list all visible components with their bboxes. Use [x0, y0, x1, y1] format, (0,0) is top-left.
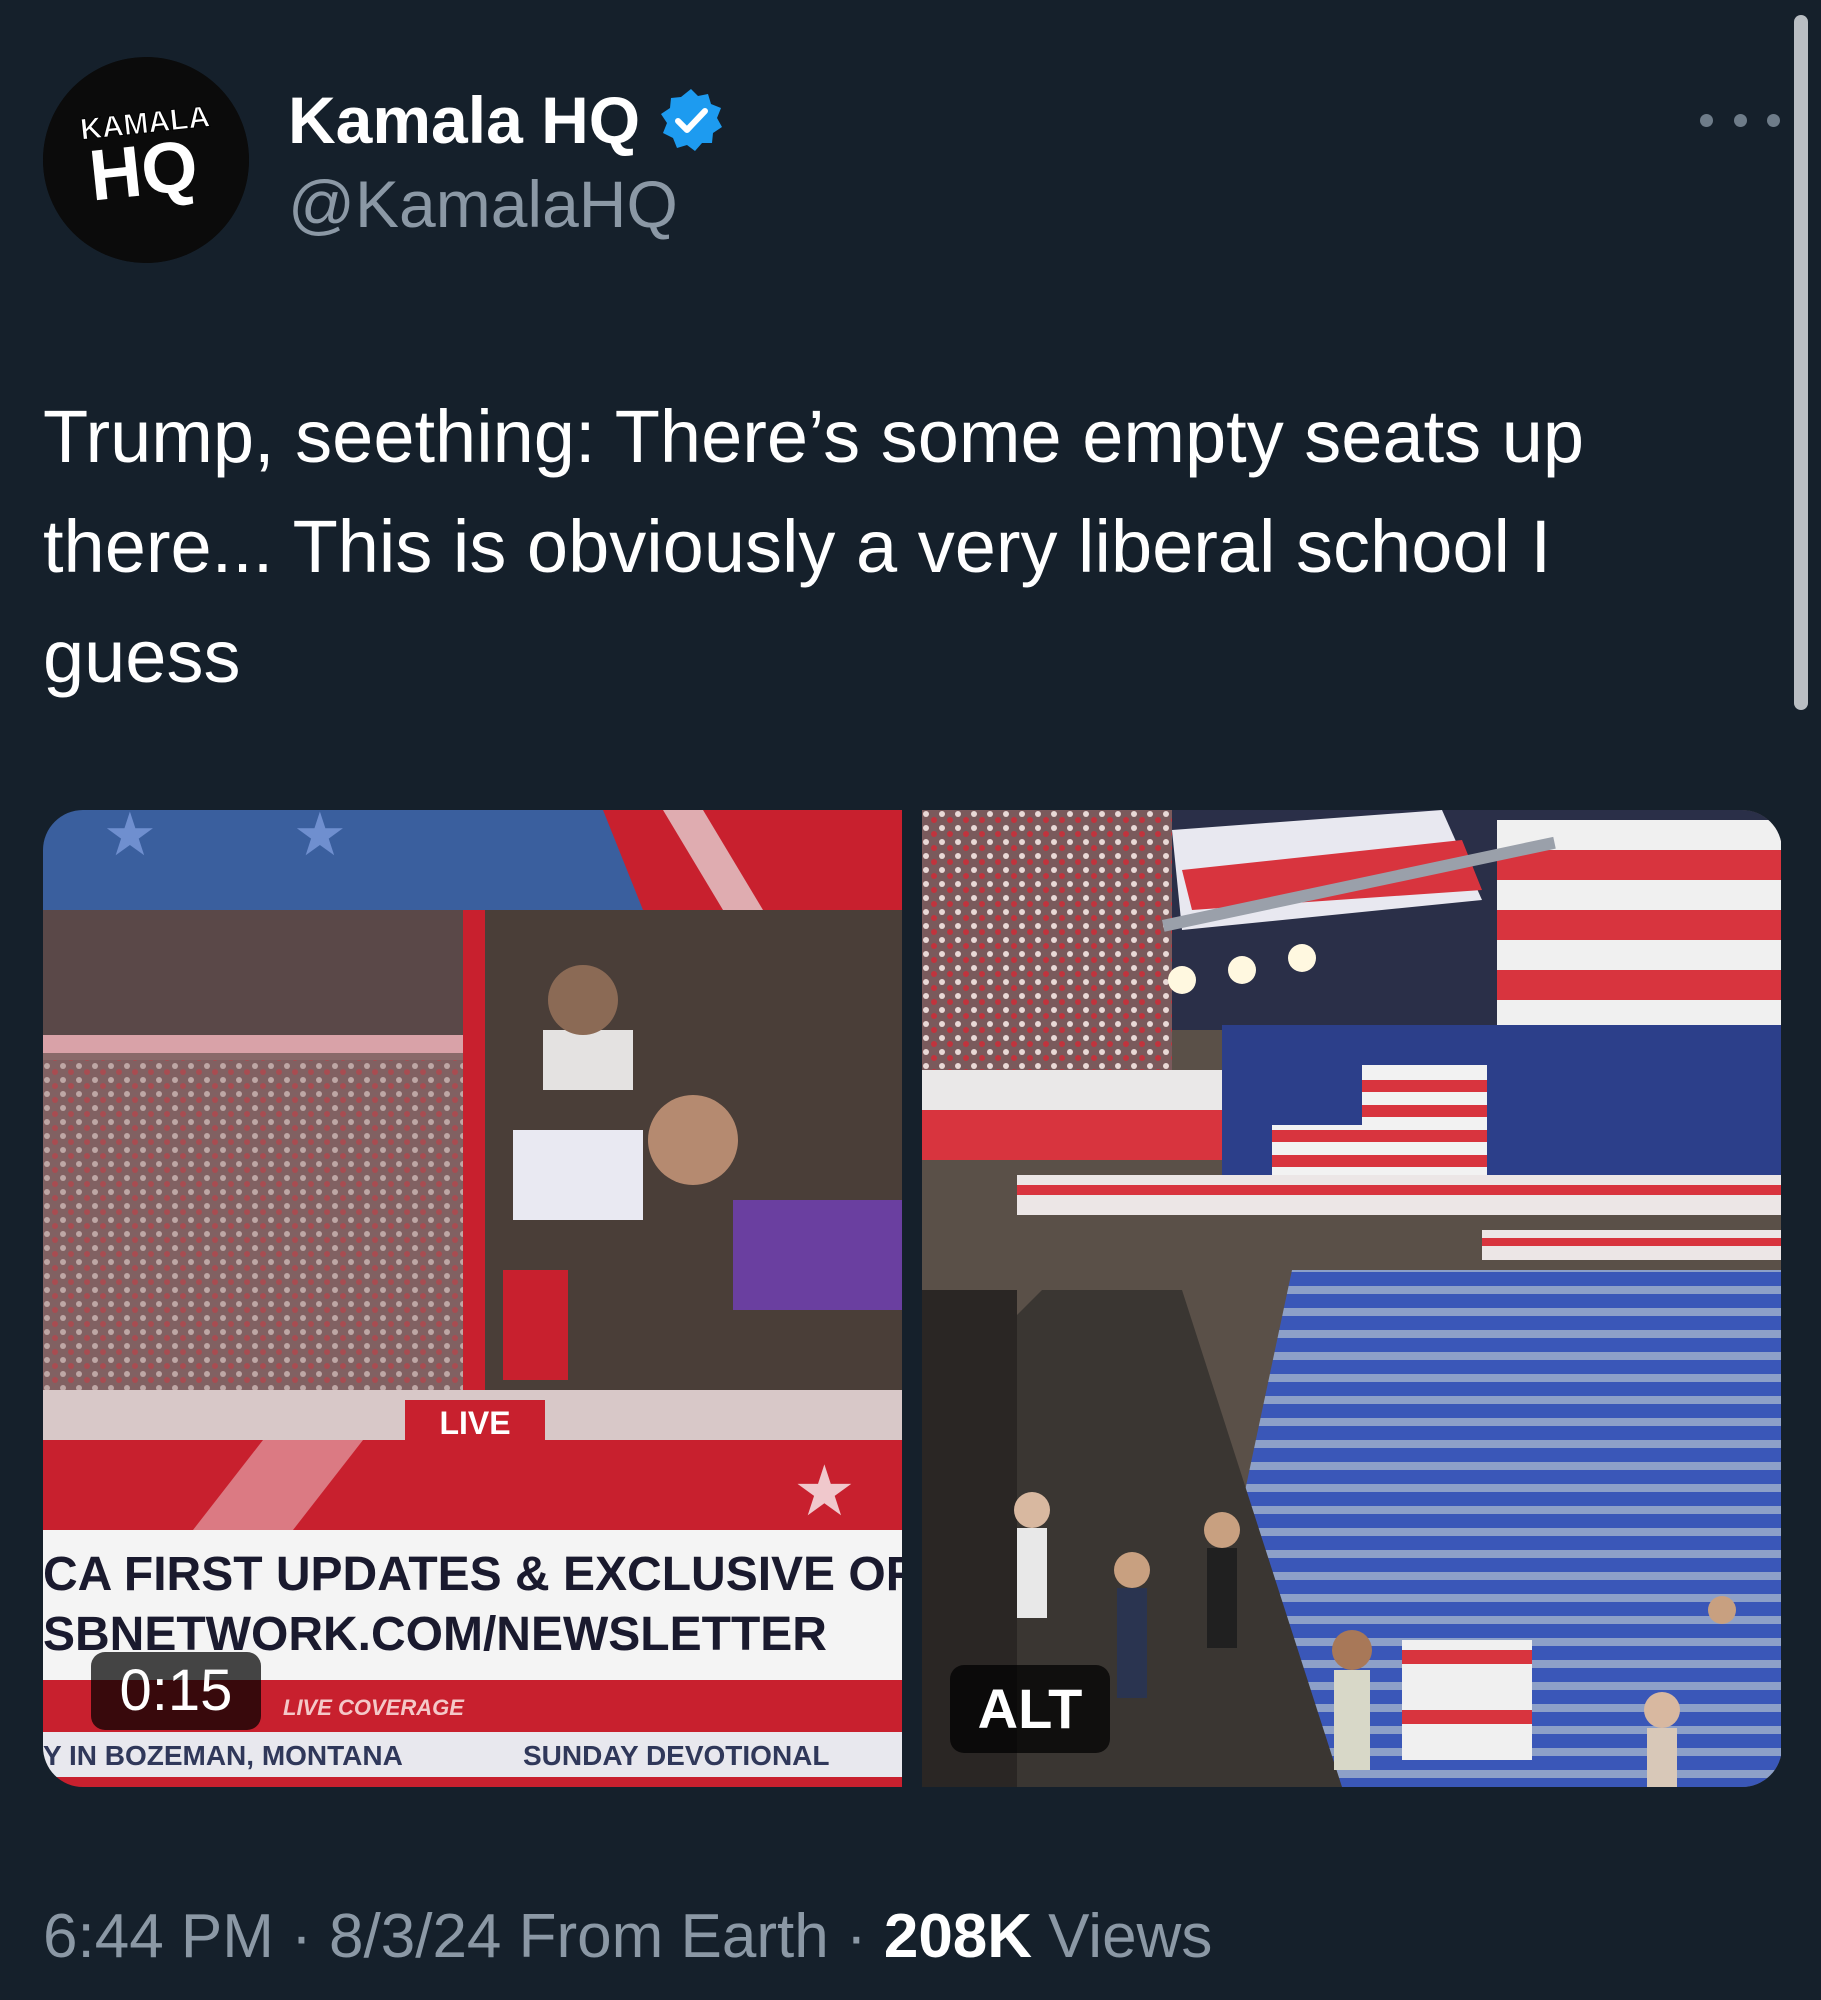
tweet-source: From Earth: [518, 1902, 829, 1971]
tweet-time[interactable]: 6:44 PM: [43, 1902, 274, 1971]
more-horizontal-icon: [1700, 113, 1713, 127]
verified-badge-icon: [658, 87, 724, 153]
more-dot: [1767, 113, 1780, 127]
scrollbar[interactable]: [1794, 15, 1808, 710]
more-dot: [1733, 113, 1747, 127]
live-label: LIVE: [439, 1405, 510, 1441]
display-name-text: Kamala HQ: [288, 83, 641, 157]
bottom-left-text: Y IN BOZEMAN, MONTANA: [43, 1740, 403, 1771]
alt-text-button[interactable]: ALT: [950, 1665, 1110, 1753]
small-tag: LIVE COVERAGE: [283, 1695, 465, 1720]
avatar[interactable]: KAMALA HQ: [43, 57, 249, 263]
tweet: KAMALA HQ Kamala HQ @KamalaHQ Trump, see…: [0, 0, 1821, 2000]
video-thumbnail[interactable]: ★ ★ LIVE ★ CA FIRST UPDATES & EXCLUSIVE …: [43, 810, 902, 1787]
photo-thumbnail[interactable]: ALT: [922, 810, 1781, 1787]
display-name[interactable]: Kamala HQ: [288, 78, 724, 162]
video-duration-badge: 0:15: [91, 1652, 261, 1730]
media-grid: ★ ★ LIVE ★ CA FIRST UPDATES & EXCLUSIVE …: [43, 810, 1782, 1787]
ticker-line1: CA FIRST UPDATES & EXCLUSIVE OFF: [43, 1548, 902, 1601]
svg-text:★: ★: [793, 1452, 856, 1530]
avatar-line2: HQ: [86, 126, 202, 217]
meta-separator: ·: [845, 1902, 867, 1971]
views-count[interactable]: 208K: [884, 1902, 1032, 1971]
tweet-date[interactable]: 8/3/24: [329, 1902, 501, 1971]
user-handle[interactable]: @KamalaHQ: [288, 162, 678, 246]
views-label: Views: [1048, 1902, 1213, 1971]
tweet-meta: 6:44 PM · 8/3/24 From Earth · 208K Views: [43, 1897, 1212, 1977]
more-options-button[interactable]: [1700, 100, 1780, 140]
svg-text:★: ★: [293, 810, 347, 868]
meta-separator: ·: [291, 1902, 312, 1971]
tweet-text: Trump, seething: There’s some empty seat…: [43, 395, 1585, 698]
bottom-right-text: SUNDAY DEVOTIONAL: [523, 1740, 830, 1771]
svg-text:★: ★: [103, 810, 157, 868]
